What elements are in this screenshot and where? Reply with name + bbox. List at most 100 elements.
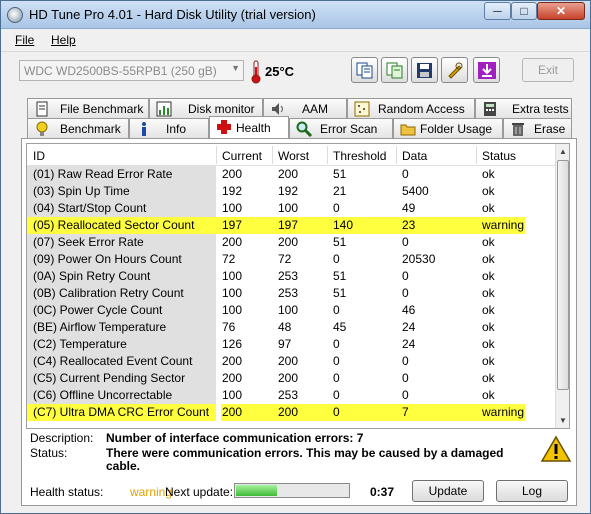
table-row[interactable]: (07) Seek Error Rate 200 200 51 0 ok: [27, 234, 557, 251]
menu-file[interactable]: File: [15, 33, 34, 47]
cell-id: (03) Spin Up Time: [27, 183, 216, 200]
health-status-label: Health status:: [30, 485, 104, 499]
cell-current: 100: [222, 269, 243, 283]
chart-icon: [156, 101, 172, 117]
table-row[interactable]: (05) Reallocated Sector Count 197 197 140 23…: [27, 217, 557, 234]
menu-help[interactable]: Help: [51, 33, 76, 47]
tab-folder-usage[interactable]: Folder Usage: [393, 118, 503, 138]
col-status[interactable]: Status: [482, 149, 516, 163]
vertical-scrollbar[interactable]: ▲ ▼: [555, 144, 569, 428]
temperature-readout: 25°C: [265, 64, 295, 79]
bulb-icon: [36, 121, 48, 136]
menu-bar: File Help: [1, 30, 590, 50]
table-row[interactable]: (01) Raw Read Error Rate 200 200 51 0 ok: [27, 166, 557, 183]
title-bar: HD Tune Pro 4.01 - Hard Disk Utility (tr…: [1, 1, 590, 29]
col-id[interactable]: ID: [33, 149, 45, 163]
tab-health[interactable]: Health: [209, 116, 289, 138]
tab-error-scan[interactable]: Error Scan: [289, 118, 393, 138]
copy-icon: [356, 62, 373, 79]
table-row[interactable]: (04) Start/Stop Count 100 100 0 49 ok: [27, 200, 557, 217]
tab-erase[interactable]: Erase: [503, 118, 572, 138]
table-row[interactable]: (C2) Temperature 126 97 0 24 ok: [27, 336, 557, 353]
cell-status: ok: [482, 388, 495, 402]
cell-status: warning: [482, 405, 525, 419]
cell-threshold: 0: [333, 405, 340, 419]
red-cross-icon: [217, 120, 231, 134]
chevron-down-icon: ▼: [231, 63, 240, 73]
tab-file-benchmark[interactable]: File Benchmark: [27, 98, 149, 118]
cell-status: ok: [482, 354, 495, 368]
table-row[interactable]: (C4) Reallocated Event Count 200 200 0 0 ok: [27, 353, 557, 370]
cell-worst: 253: [278, 388, 299, 402]
app-window: HD Tune Pro 4.01 - Hard Disk Utility (tr…: [0, 0, 591, 514]
table-row[interactable]: (BE) Airflow Temperature 76 48 45 24 ok: [27, 319, 557, 336]
table-row[interactable]: (0C) Power Cycle Count 100 100 0 46 ok: [27, 302, 557, 319]
description-value: Number of interface communication errors…: [106, 431, 364, 445]
table-row[interactable]: (0A) Spin Retry Count 100 253 51 0 ok: [27, 268, 557, 285]
cell-worst: 192: [278, 184, 299, 198]
scroll-up-arrow-icon[interactable]: ▲: [559, 147, 567, 156]
drive-dropdown[interactable]: WDC WD2500BS-55RPB1 (250 gB) ▼: [19, 60, 244, 81]
cell-id: (C7) Ultra DMA CRC Error Count: [27, 404, 216, 421]
col-current[interactable]: Current: [222, 149, 262, 163]
cell-data: 5400: [402, 184, 429, 198]
minimize-button[interactable]: ─: [484, 2, 511, 20]
copy-screenshot-button[interactable]: [381, 57, 408, 83]
scrollbar-thumb[interactable]: [557, 160, 569, 390]
update-progress-bar: [234, 483, 350, 498]
cell-worst: 200: [278, 167, 299, 181]
exit-button[interactable]: Exit: [522, 58, 574, 82]
calculator-icon: [484, 102, 496, 116]
drive-toolbar: WDC WD2500BS-55RPB1 (250 gB) ▼ 25°C Exit: [1, 51, 590, 91]
table-row[interactable]: (C6) Offline Uncorrectable 100 253 0 0 ok: [27, 387, 557, 404]
table-row[interactable]: (09) Power On Hours Count 72 72 0 20530 ok: [27, 251, 557, 268]
tab-aam[interactable]: AAM: [263, 98, 347, 118]
cell-worst: 72: [278, 252, 292, 266]
download-button[interactable]: [473, 57, 500, 83]
cell-current: 200: [222, 235, 243, 249]
cell-threshold: 45: [333, 320, 347, 334]
cell-id: (0C) Power Cycle Count: [27, 302, 216, 319]
cell-id: (05) Reallocated Sector Count: [27, 217, 216, 234]
cell-status: ok: [482, 320, 495, 334]
col-threshold[interactable]: Threshold: [333, 149, 386, 163]
tab-disk-monitor[interactable]: Disk monitor: [149, 98, 263, 118]
cell-data: 46: [402, 303, 416, 317]
table-row[interactable]: (0B) Calibration Retry Count 100 253 51 0 ok: [27, 285, 557, 302]
status-footer: Health status: warning Next update: 0:37…: [26, 479, 572, 503]
update-button[interactable]: Update: [412, 480, 484, 502]
col-data[interactable]: Data: [402, 149, 427, 163]
col-worst[interactable]: Worst: [278, 149, 309, 163]
column-divider: [216, 146, 217, 164]
table-row[interactable]: (C7) Ultra DMA CRC Error Count 200 200 0 7 wa…: [27, 404, 557, 421]
next-update-label: Next update:: [165, 485, 234, 499]
tab-extra-tests[interactable]: Extra tests: [475, 98, 572, 118]
cell-id: (01) Raw Read Error Rate: [27, 166, 216, 183]
cell-worst: 197: [278, 218, 299, 232]
cell-data: 0: [402, 371, 409, 385]
table-row[interactable]: (C5) Current Pending Sector 200 200 0 0 ok: [27, 370, 557, 387]
close-button[interactable]: ✕: [537, 2, 585, 20]
scroll-down-arrow-icon[interactable]: ▼: [559, 416, 567, 425]
log-button[interactable]: Log: [496, 480, 568, 502]
cell-status: ok: [482, 371, 495, 385]
status-value-line1: There were communication errors. This ma…: [106, 446, 504, 460]
cell-threshold: 0: [333, 388, 340, 402]
save-button[interactable]: [411, 57, 438, 83]
table-body: (01) Raw Read Error Rate 200 200 51 0 ok (03) …: [27, 166, 557, 421]
table-row[interactable]: (03) Spin Up Time 192 192 21 5400 ok: [27, 183, 557, 200]
tab-info[interactable]: Info: [129, 118, 209, 138]
cell-status: ok: [482, 286, 495, 300]
cell-status: ok: [482, 201, 495, 215]
cell-current: 200: [222, 167, 243, 181]
tab-random-access[interactable]: Random Access: [347, 98, 475, 118]
maximize-button[interactable]: □: [511, 2, 537, 20]
options-button[interactable]: [441, 57, 468, 83]
copy-green-icon: [386, 62, 403, 79]
cell-worst: 200: [278, 354, 299, 368]
cell-id: (C5) Current Pending Sector: [27, 370, 216, 387]
tab-benchmark[interactable]: Benchmark: [27, 118, 129, 138]
document-icon: [36, 101, 48, 117]
copy-info-button[interactable]: [351, 57, 378, 83]
smart-table: ID Current Worst Threshold Data Status (…: [26, 143, 570, 429]
